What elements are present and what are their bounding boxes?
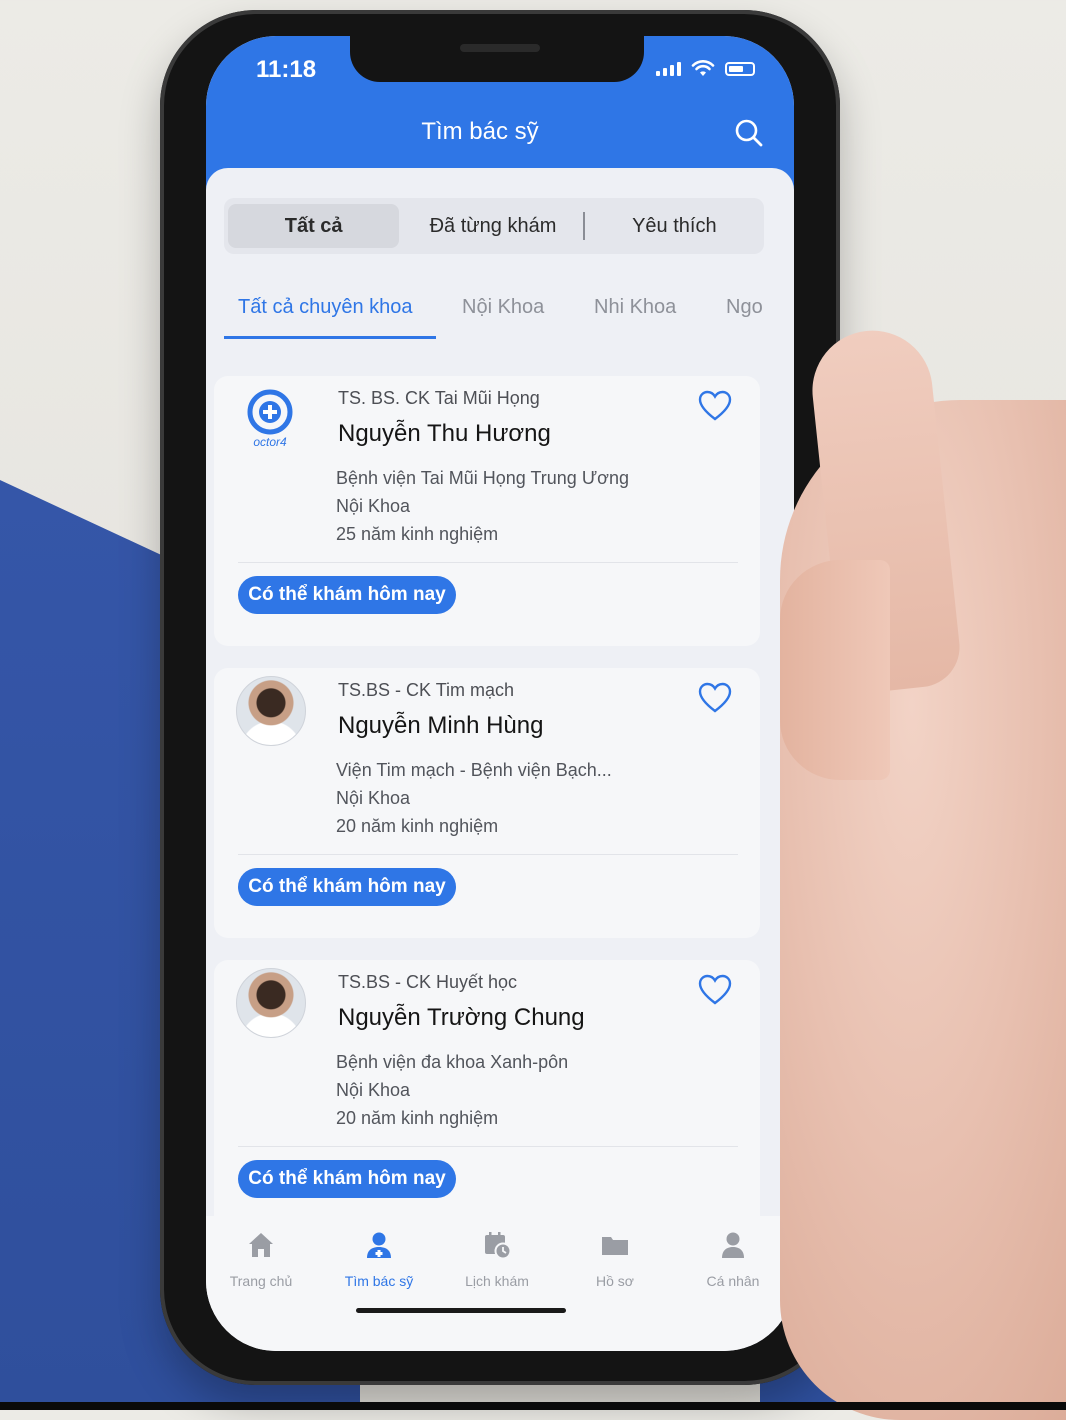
segment-divider <box>582 212 585 240</box>
doctor-title: TS. BS. CK Tai Mũi Họng <box>338 388 540 408</box>
tab-more-specialty[interactable]: Ngo <box>726 296 763 319</box>
specialty-tabs: Tất cả chuyên khoa Nội Khoa Nhi Khoa Ngo <box>224 288 794 344</box>
nav-profile[interactable]: Cá nhân <box>678 1230 788 1289</box>
card-divider <box>238 854 738 855</box>
phone-notch <box>350 36 644 82</box>
available-today-button[interactable]: Có thể khám hôm nay <box>238 576 456 614</box>
home-indicator <box>356 1308 566 1313</box>
doctor-card[interactable]: TS.BS - CK Huyết học Nguyễn Trường Chung… <box>214 960 760 1230</box>
favorite-heart-icon[interactable] <box>698 974 732 1006</box>
nav-label: Hồ sơ <box>596 1273 634 1289</box>
nav-label: Trang chủ <box>229 1273 293 1289</box>
doctor-name: Nguyễn Trường Chung <box>338 1004 585 1031</box>
doctor-department: Nội Khoa <box>336 1080 411 1100</box>
nav-find-doctor[interactable]: Tìm bác sỹ <box>324 1230 434 1289</box>
available-today-button[interactable]: Có thể khám hôm nay <box>238 1160 456 1198</box>
segment-all[interactable]: Tất cả <box>228 204 400 248</box>
home-icon <box>249 1233 273 1257</box>
nav-appointments[interactable]: Lịch khám <box>442 1230 552 1289</box>
available-today-button[interactable]: Có thể khám hôm nay <box>238 868 456 906</box>
doctor-title: TS.BS - CK Tim mạch <box>338 680 515 700</box>
doctor-card[interactable]: TS.BS - CK Tim mạch Nguyễn Minh Hùng Việ… <box>214 668 760 938</box>
card-divider <box>238 562 738 563</box>
doctor-experience: 20 năm kinh nghiệm <box>336 816 499 836</box>
signal-icon <box>656 62 681 76</box>
nav-home[interactable]: Trang chủ <box>206 1230 316 1289</box>
tab-pediatrics[interactable]: Nhi Khoa <box>594 296 676 319</box>
doctor-department: Nội Khoa <box>336 788 411 808</box>
battery-icon <box>725 62 755 76</box>
nav-label: Cá nhân <box>706 1273 760 1289</box>
doctor-hospital: Bệnh viện Tai Mũi Họng Trung Ương <box>336 468 630 488</box>
favorite-heart-icon[interactable] <box>698 390 732 422</box>
bottom-edge <box>0 1402 1066 1410</box>
doctor-avatar <box>236 968 306 1038</box>
finger <box>780 560 890 780</box>
tab-all-specialties[interactable]: Tất cả chuyên khoa <box>238 296 413 319</box>
nav-records[interactable]: Hồ sơ <box>560 1230 670 1289</box>
filter-segmented-control: Tất cả Đã từng khám Yêu thích <box>224 198 764 254</box>
svg-text:octor4: octor4 <box>253 435 287 449</box>
doctor-avatar <box>236 676 306 746</box>
card-divider <box>238 1146 738 1147</box>
user-icon <box>722 1232 744 1258</box>
doctor-name: Nguyễn Minh Hùng <box>338 712 544 739</box>
segment-visited[interactable]: Đã từng khám <box>407 204 578 248</box>
doctor-card[interactable]: octor4 TS. BS. CK Tai Mũi Họng Nguyễn Th… <box>214 376 760 646</box>
wifi-icon <box>691 60 715 76</box>
segment-favorites[interactable]: Yêu thích <box>589 204 760 248</box>
doctor-hospital: Viện Tim mạch - Bệnh viện Bạch... <box>336 760 612 780</box>
doctor-experience: 25 năm kinh nghiệm <box>336 524 499 544</box>
page-title: Tìm bác sỹ <box>421 118 539 145</box>
nav-label: Tìm bác sỹ <box>344 1273 414 1289</box>
doctor-icon <box>367 1232 391 1258</box>
phone-speaker <box>460 44 540 52</box>
status-time: 11:18 <box>256 56 317 83</box>
doctor-name: Nguyễn Thu Hương <box>338 420 551 447</box>
doctor-hospital: Bệnh viện đa khoa Xanh-pôn <box>336 1052 569 1072</box>
status-icons <box>656 60 755 78</box>
doctor-logo: octor4 <box>236 384 304 452</box>
content-panel: Tất cả Đã từng khám Yêu thích Tất cả chu… <box>206 168 794 1268</box>
active-tab-underline <box>224 336 436 339</box>
doctor-department: Nội Khoa <box>336 496 411 516</box>
app-screen: 11:18 Tìm bác sỹ Tất cả Đã từng khám Yêu… <box>206 36 794 1351</box>
doctor-title: TS.BS - CK Huyết học <box>338 972 518 992</box>
medical-cross-icon: octor4 <box>247 389 293 449</box>
bottom-navigation: Trang chủ Tìm bác sỹ Lịch khám Hồ sơ Cá … <box>206 1216 794 1351</box>
search-icon[interactable] <box>734 118 764 148</box>
doctor-experience: 20 năm kinh nghiệm <box>336 1108 499 1128</box>
favorite-heart-icon[interactable] <box>698 682 732 714</box>
folder-icon <box>602 1237 628 1255</box>
calendar-clock-icon <box>485 1232 512 1260</box>
nav-label: Lịch khám <box>465 1273 529 1289</box>
tab-internal-medicine[interactable]: Nội Khoa <box>462 296 544 319</box>
